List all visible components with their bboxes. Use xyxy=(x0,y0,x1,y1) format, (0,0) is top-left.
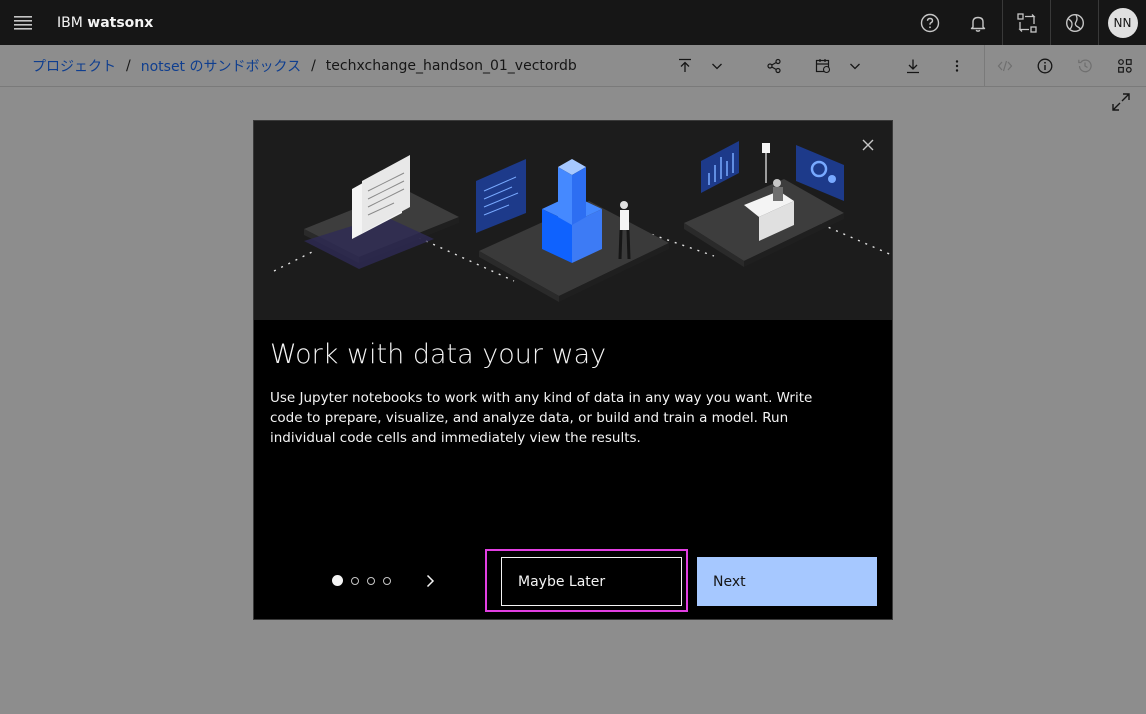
next-button[interactable]: Next xyxy=(697,557,877,606)
upload-button[interactable] xyxy=(673,54,697,78)
help-button[interactable] xyxy=(906,0,954,45)
menu-icon xyxy=(13,15,32,30)
maybe-later-button[interactable]: Maybe Later xyxy=(501,557,682,606)
avatar: NN xyxy=(1107,7,1138,38)
page-dot[interactable] xyxy=(383,576,391,585)
code-icon xyxy=(997,60,1013,72)
region-button[interactable] xyxy=(1050,0,1098,45)
schedule-button[interactable] xyxy=(811,54,835,78)
breadcrumb-separator: / xyxy=(126,58,131,74)
history-icon xyxy=(1078,59,1092,73)
page-dot[interactable] xyxy=(367,576,375,585)
next-page-button[interactable] xyxy=(422,573,438,589)
modal-title: Work with data your way xyxy=(270,339,607,370)
schedule-menu-button[interactable] xyxy=(843,54,867,78)
overflow-icon xyxy=(955,60,959,72)
apps-button[interactable] xyxy=(1113,54,1137,78)
schedule-icon xyxy=(815,59,831,74)
pagination-dots xyxy=(332,575,399,586)
breadcrumb-sandbox-link[interactable]: notset のサンドボックス xyxy=(141,56,301,76)
upload-icon xyxy=(679,58,691,72)
upload-menu-button[interactable] xyxy=(705,54,729,78)
share-button[interactable] xyxy=(762,54,786,78)
page-dot-active[interactable] xyxy=(332,575,343,586)
chevron-down-icon xyxy=(850,63,860,70)
globe-icon xyxy=(1065,13,1084,32)
version-history-button[interactable] xyxy=(1073,54,1097,78)
breadcrumb: プロジェクト / notset のサンドボックス / techxchange_h… xyxy=(32,45,577,87)
help-icon xyxy=(920,13,940,32)
maximize-icon xyxy=(1112,93,1130,111)
top-header: IBM watsonx NN xyxy=(0,0,1146,45)
notebook-toolbar: プロジェクト / notset のサンドボックス / techxchange_h… xyxy=(0,45,1146,87)
product-name[interactable]: IBM watsonx xyxy=(57,15,153,31)
notifications-button[interactable] xyxy=(954,0,1002,45)
brand-product: watsonx xyxy=(87,14,154,31)
close-icon xyxy=(862,139,874,151)
chevron-down-icon xyxy=(712,63,722,70)
switcher-icon xyxy=(1016,12,1037,33)
info-button[interactable] xyxy=(1033,54,1057,78)
menu-button[interactable] xyxy=(0,0,45,45)
overflow-menu-button[interactable] xyxy=(945,54,969,78)
breadcrumb-separator: / xyxy=(311,58,316,74)
modal-body: Use Jupyter notebooks to work with any k… xyxy=(270,390,813,446)
info-icon xyxy=(1037,58,1053,74)
download-icon xyxy=(907,59,919,74)
share-icon xyxy=(767,58,781,74)
switcher-button[interactable] xyxy=(1002,0,1050,45)
chevron-right-icon xyxy=(426,574,435,588)
code-snippets-button[interactable] xyxy=(993,54,1017,78)
download-button[interactable] xyxy=(901,54,925,78)
notification-icon xyxy=(970,16,986,32)
apps-icon xyxy=(1118,59,1132,73)
breadcrumb-projects-link[interactable]: プロジェクト xyxy=(32,56,116,76)
onboarding-illustration xyxy=(254,121,892,320)
close-button[interactable] xyxy=(858,135,878,155)
brand-prefix: IBM xyxy=(57,14,83,31)
onboarding-modal: Work with data your way Use Jupyter note… xyxy=(253,120,893,620)
user-avatar-button[interactable]: NN xyxy=(1098,0,1146,45)
toolbar-divider xyxy=(984,45,985,87)
breadcrumb-current: techxchange_handson_01_vectordb xyxy=(325,58,577,74)
maximize-button[interactable] xyxy=(1110,91,1132,113)
page-dot[interactable] xyxy=(351,576,359,585)
